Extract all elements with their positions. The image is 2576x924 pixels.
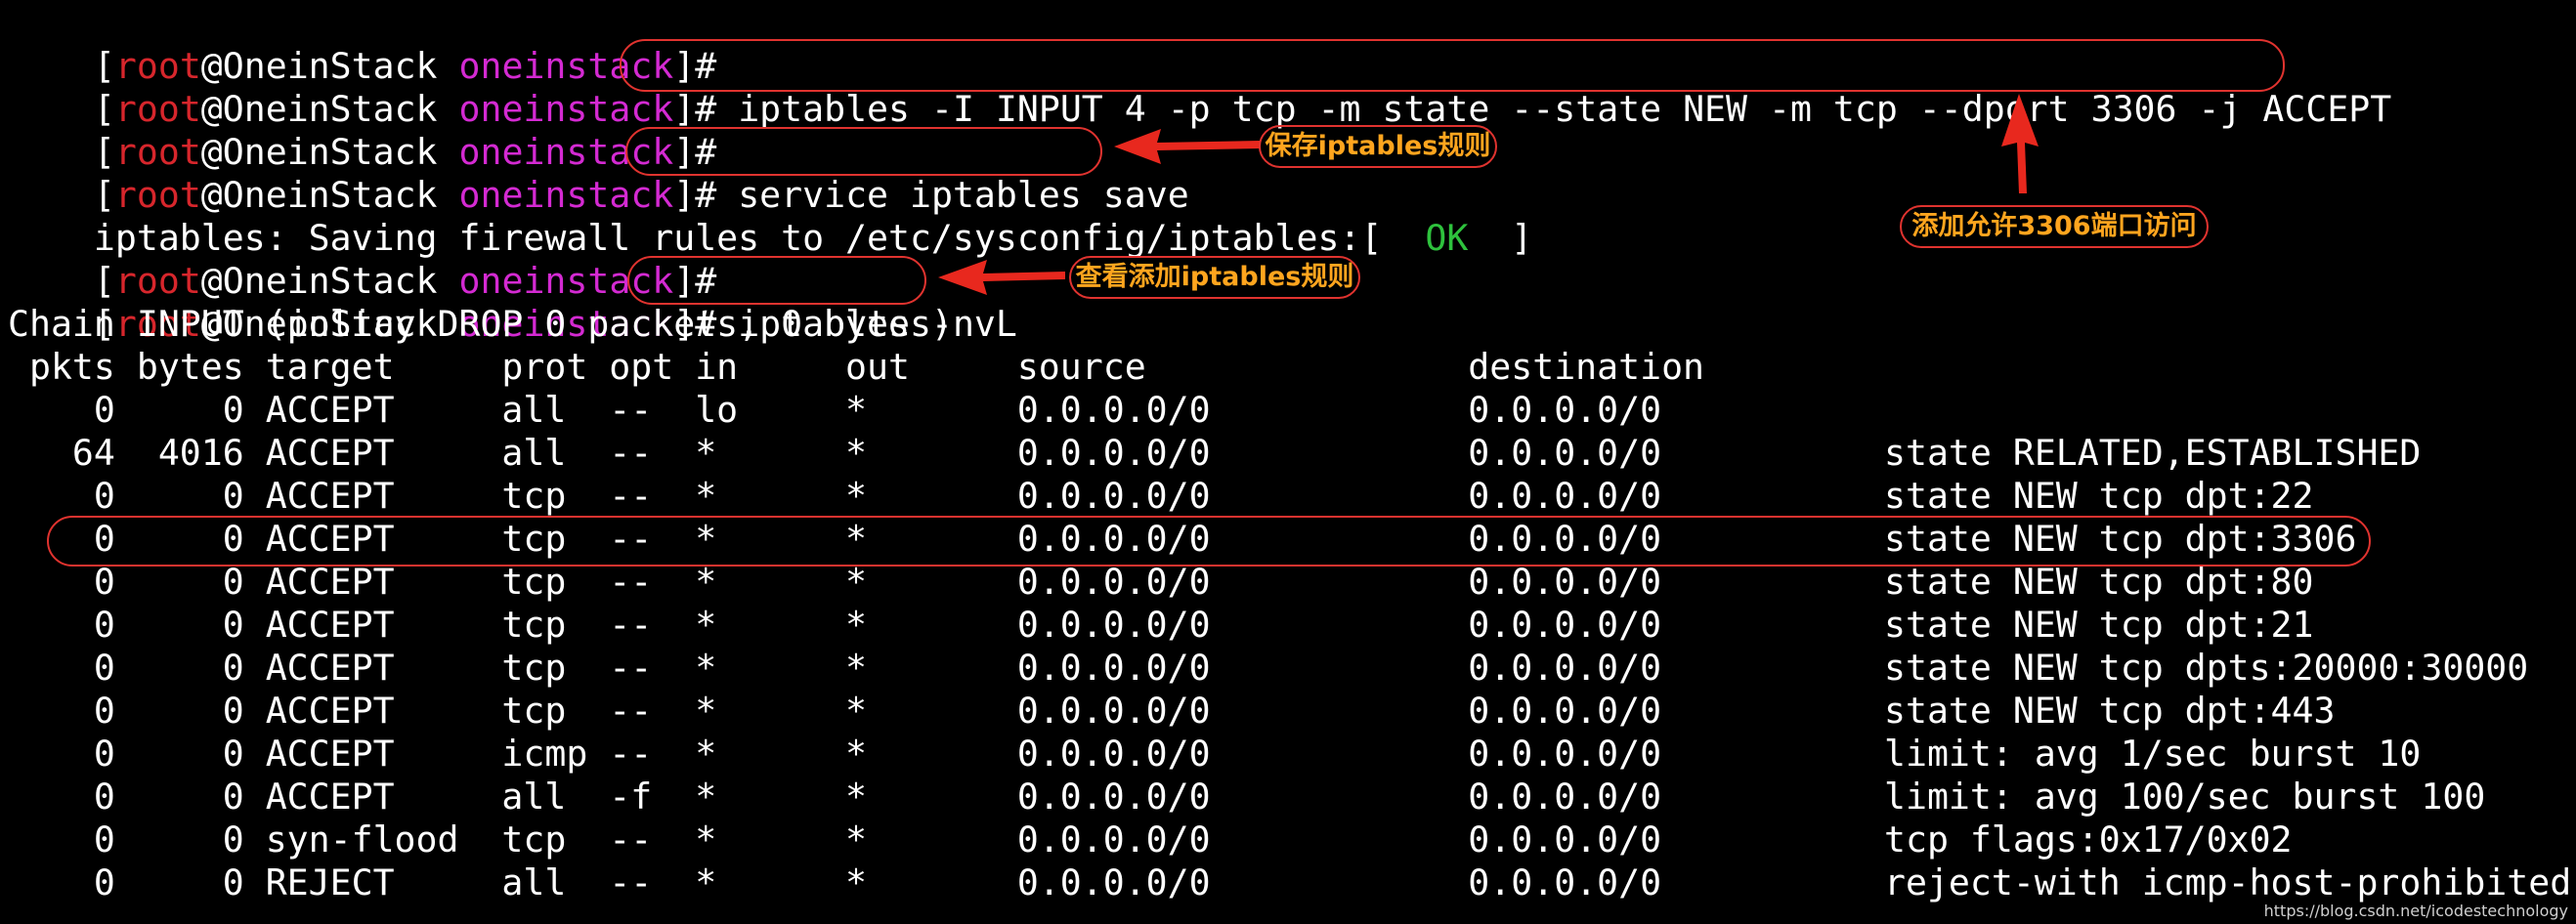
watermark: https://blog.csdn.net/icodestechnology: [2263, 902, 2568, 920]
arrow-left-icon: [938, 260, 1065, 295]
arrow-up-icon: [2001, 94, 2039, 193]
arrow-left-icon: [1114, 129, 1261, 164]
annotation-allow-3306: 添加允许3306端口访问: [1900, 205, 2209, 248]
annotation-view-rules: 查看添加iptables规则: [1069, 256, 1360, 299]
terminal-window[interactable]: [root@OneinStack oneinstack]# [root@Onei…: [0, 0, 2576, 924]
annotation-save-rules: 保存iptables规则: [1259, 125, 1497, 168]
